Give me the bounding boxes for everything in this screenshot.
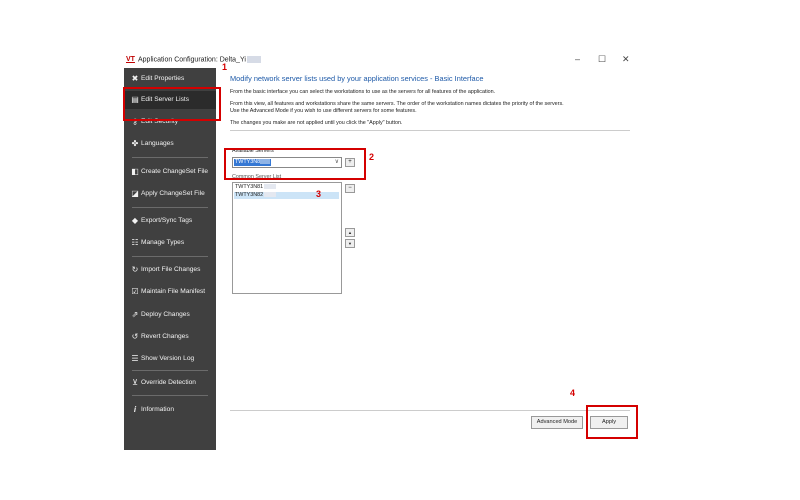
- page-title: Modify network server lists used by your…: [230, 74, 484, 83]
- sidebar-divider: [132, 256, 208, 257]
- annotation-number-2: 2: [369, 152, 375, 162]
- description-line-3: The changes you make are not applied unt…: [230, 120, 403, 126]
- annotation-box-1: [123, 87, 221, 121]
- section-divider: [230, 130, 630, 131]
- minimize-button[interactable]: –: [575, 54, 580, 64]
- description-line-2b: Use the Advanced Mode if you wish to use…: [230, 108, 417, 114]
- redacted-block: [264, 192, 277, 198]
- description-line-1: From the basic interface you can select …: [230, 89, 496, 95]
- redacted-block: [246, 56, 261, 63]
- override-icon: ⊻: [132, 378, 138, 387]
- sidebar-divider: [132, 395, 208, 396]
- annotation-box-2: [224, 148, 366, 180]
- sidebar-item-label: Edit Properties: [141, 75, 185, 82]
- types-icon: ☷: [131, 238, 139, 247]
- sidebar-item-languages[interactable]: ✤ Languages: [124, 135, 216, 153]
- title-bar: VT Application Configuration: Delta_Yi –…: [120, 52, 640, 68]
- sidebar-item-import-file-changes[interactable]: ↻ Import File Changes: [124, 261, 216, 279]
- sidebar-item-label: Maintain File Manifest: [141, 288, 206, 295]
- sidebar-divider: [132, 207, 208, 208]
- annotation-number-4: 4: [570, 388, 576, 398]
- sidebar-item-show-version-log[interactable]: ☰ Show Version Log: [124, 350, 216, 368]
- move-down-button[interactable]: ▼: [345, 239, 355, 248]
- sidebar-item-label: Export/Sync Tags: [141, 217, 193, 224]
- sidebar-item-label: Apply ChangeSet File: [141, 190, 205, 197]
- sidebar-item-label: Import File Changes: [141, 266, 201, 273]
- annotation-number-3: 3: [316, 189, 322, 199]
- main-panel: Modify network server lists used by your…: [228, 68, 640, 450]
- sidebar-item-revert-changes[interactable]: ↺ Revert Changes: [124, 328, 216, 346]
- sidebar-item-label: Override Detection: [141, 379, 196, 386]
- sidebar-divider: [132, 157, 208, 158]
- annotation-box-4: [586, 405, 638, 439]
- list-item[interactable]: TWTY3N81: [234, 184, 339, 191]
- window-title: Application Configuration: Delta_Yi: [138, 56, 261, 63]
- wrench-icon: ✖: [131, 74, 139, 83]
- close-button[interactable]: ✕: [622, 54, 630, 65]
- sidebar-item-edit-properties[interactable]: ✖ Edit Properties: [124, 70, 216, 88]
- sidebar-item-label: Create ChangeSet File: [141, 168, 209, 175]
- description-line-2a: From this view, all features and worksta…: [230, 101, 564, 107]
- tag-icon: ◆: [131, 216, 139, 225]
- apply-file-icon: ◪: [131, 189, 139, 198]
- remove-server-button[interactable]: −: [345, 184, 355, 193]
- sidebar: ✖ Edit Properties ▤ Edit Server Lists ⚷ Edi…: [124, 68, 216, 450]
- sidebar-item-label: Information: [141, 406, 174, 413]
- deploy-icon: ⇗: [131, 310, 139, 319]
- move-up-button[interactable]: ▲: [345, 228, 355, 237]
- advanced-mode-button[interactable]: Advanced Mode: [531, 416, 583, 429]
- list-icon: ☰: [131, 354, 139, 363]
- redacted-block: [264, 184, 277, 190]
- create-file-icon: ◧: [131, 167, 139, 176]
- annotation-number-1: 1: [222, 62, 228, 72]
- sidebar-item-export-sync-tags[interactable]: ◆ Export/Sync Tags: [124, 212, 216, 230]
- list-item[interactable]: TWTY3N82: [234, 192, 339, 199]
- sidebar-item-override-detection[interactable]: ⊻ Override Detection: [124, 374, 216, 392]
- maximize-button[interactable]: ☐: [598, 54, 606, 65]
- sidebar-item-apply-changeset-file[interactable]: ◪ Apply ChangeSet File: [124, 185, 216, 203]
- sidebar-item-create-changeset-file[interactable]: ◧ Create ChangeSet File: [124, 163, 216, 181]
- info-icon: i: [133, 405, 137, 414]
- sidebar-item-label: Manage Types: [141, 239, 185, 246]
- languages-icon: ✤: [131, 139, 139, 148]
- sidebar-item-deploy-changes[interactable]: ⇗ Deploy Changes: [124, 306, 216, 324]
- common-server-list[interactable]: TWTY3N81 TWTY3N82: [232, 182, 342, 294]
- sidebar-item-label: Revert Changes: [141, 333, 189, 340]
- sidebar-item-label: Deploy Changes: [141, 311, 190, 318]
- sidebar-item-label: Show Version Log: [141, 355, 195, 362]
- sidebar-item-label: Languages: [141, 140, 174, 147]
- app-logo: VT: [126, 56, 135, 63]
- sidebar-item-manage-types[interactable]: ☷ Manage Types: [124, 234, 216, 252]
- sync-icon: ↻: [131, 265, 139, 274]
- revert-icon: ↺: [131, 332, 139, 341]
- sidebar-item-information[interactable]: i Information: [124, 401, 216, 419]
- sidebar-item-maintain-file-manifest[interactable]: ☑ Maintain File Manifest: [124, 283, 216, 301]
- sidebar-divider: [132, 370, 208, 371]
- footer-divider: [230, 410, 630, 411]
- checkbox-icon: ☑: [131, 287, 139, 296]
